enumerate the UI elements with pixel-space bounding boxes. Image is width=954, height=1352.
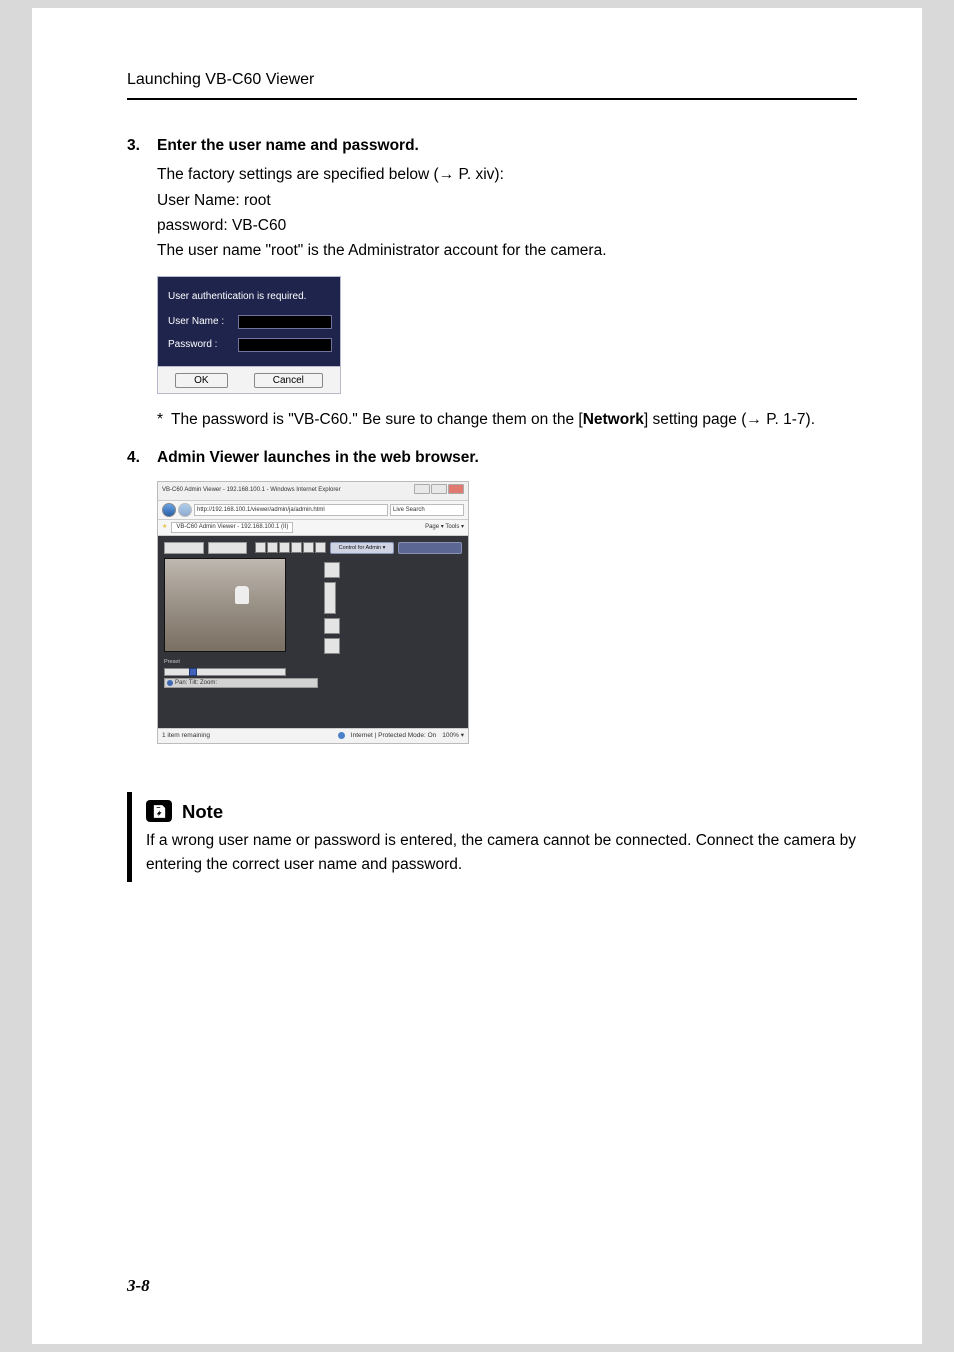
toolbar-icon[interactable]: [315, 542, 326, 553]
auth-dialog: User authentication is required. User Na…: [157, 276, 341, 394]
viewer-button[interactable]: [208, 542, 248, 554]
status-left: 1 item remaining: [162, 731, 210, 741]
step-3-p4: The user name "root" is the Administrato…: [157, 239, 857, 262]
maximize-icon[interactable]: [431, 484, 447, 494]
username-input[interactable]: [238, 315, 332, 329]
control-dropdown[interactable]: Control for Admin ▾: [330, 542, 394, 554]
toolbar-icon[interactable]: [303, 542, 314, 553]
cancel-button[interactable]: Cancel: [254, 373, 323, 388]
step-4-title: Admin Viewer launches in the web browser…: [157, 446, 479, 469]
text-fragment: ] setting page (: [644, 411, 747, 428]
browser-tab[interactable]: VB-C60 Admin Viewer - 192.168.100.1 (II): [171, 522, 293, 533]
step-3-body: The factory settings are specified below…: [157, 163, 857, 431]
note-heading-text: Note: [182, 798, 223, 826]
ok-button[interactable]: OK: [175, 373, 227, 388]
browser-title: VB-C60 Admin Viewer - 192.168.100.1 - Wi…: [162, 486, 341, 495]
control-button[interactable]: [324, 638, 340, 654]
text-fragment: P. 1-7).: [762, 411, 815, 428]
right-arrow-glyph: →: [439, 166, 455, 183]
preset-label: Preset: [164, 658, 318, 666]
network-keyword: Network: [583, 411, 644, 428]
footnote-mark: *: [157, 408, 163, 431]
window-controls[interactable]: [413, 484, 464, 498]
toolbar-icon[interactable]: [255, 542, 266, 553]
text-fragment: The password is "VB-C60." Be sure to cha…: [171, 411, 583, 428]
password-input[interactable]: [238, 338, 332, 352]
status-zone: Internet | Protected Mode: On: [351, 731, 437, 741]
back-button[interactable]: [162, 503, 176, 517]
step-3-p1: The factory settings are specified below…: [157, 163, 857, 186]
panel-toggle[interactable]: [398, 542, 462, 554]
minimize-icon[interactable]: [414, 484, 430, 494]
address-bar[interactable]: http://192.168.100.1/viewer/admin/ja/adm…: [194, 504, 388, 516]
pan-slider[interactable]: [164, 668, 286, 676]
text-fragment: The factory settings are specified below…: [157, 166, 439, 183]
info-icon: [167, 680, 173, 686]
step-3-footnote: * The password is "VB-C60." Be sure to c…: [157, 408, 857, 431]
forward-button[interactable]: [178, 503, 192, 517]
internet-zone-icon: [338, 732, 345, 739]
page-number: 3-8: [127, 1273, 150, 1299]
note-icon: [146, 800, 172, 822]
step-3-title: Enter the user name and password.: [157, 134, 419, 157]
control-pad-icon[interactable]: [324, 562, 340, 578]
search-box[interactable]: Live Search: [390, 504, 464, 516]
step-3-p2: User Name: root: [157, 189, 857, 212]
note-callout: Note If a wrong user name or password is…: [127, 792, 857, 882]
step-3-p3: password: VB-C60: [157, 214, 857, 237]
step-4-heading: 4. Admin Viewer launches in the web brow…: [127, 446, 857, 469]
right-arrow-glyph: →: [746, 411, 762, 428]
username-label: User Name :: [168, 314, 230, 329]
password-label: Password :: [168, 337, 230, 352]
ptz-info-bar: Pan: Tilt: Zoom:: [164, 678, 318, 688]
header-rule: [127, 98, 857, 100]
toolbar-icon[interactable]: [279, 542, 290, 553]
admin-viewer-content: Control for Admin ▾ Preset Pan: Tilt: Zo…: [158, 536, 468, 728]
note-body-text: If a wrong user name or password is ente…: [146, 829, 857, 876]
browser-toolbar-right[interactable]: Page ▾ Tools ▾: [425, 523, 464, 532]
favorites-icon[interactable]: ★: [162, 523, 167, 532]
step-4-number: 4.: [127, 446, 143, 469]
status-zoom[interactable]: 100% ▾: [442, 731, 464, 741]
step-3-number: 3.: [127, 134, 143, 157]
close-icon[interactable]: [448, 484, 464, 494]
control-button[interactable]: [324, 618, 340, 634]
toolbar-icon[interactable]: [267, 542, 278, 553]
toolbar-icon[interactable]: [291, 542, 302, 553]
zoom-slider[interactable]: [324, 582, 336, 614]
live-video-view[interactable]: [164, 558, 286, 652]
running-header: Launching VB-C60 Viewer: [127, 68, 857, 98]
auth-dialog-message: User authentication is required.: [168, 289, 332, 304]
viewer-button[interactable]: [164, 542, 204, 554]
browser-window: VB-C60 Admin Viewer - 192.168.100.1 - Wi…: [157, 481, 469, 744]
step-3-heading: 3. Enter the user name and password.: [127, 134, 857, 157]
text-fragment: P. xiv):: [454, 166, 504, 183]
document-page: Launching VB-C60 Viewer 3. Enter the use…: [32, 8, 922, 1344]
ptz-info-text: Pan: Tilt: Zoom:: [175, 679, 217, 688]
